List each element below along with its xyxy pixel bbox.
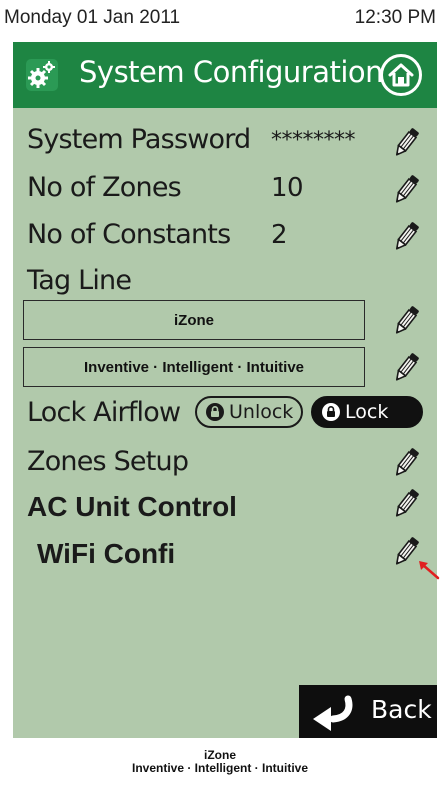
unlock-label: Unlock	[229, 401, 294, 423]
tag-line-label: Tag Line	[27, 265, 132, 296]
page-title: System Configuration	[79, 55, 384, 89]
tag-line-2-field[interactable]: Inventive · Intelligent · Intuitive	[23, 347, 365, 387]
system-configuration-screen: System Configuration System Password ***…	[13, 42, 437, 738]
system-password-value: ********	[271, 128, 356, 153]
ac-unit-control-label[interactable]: AC Unit Control	[27, 491, 237, 523]
no-of-zones-value: 10	[271, 173, 304, 203]
footer-line-2: Inventive · Intelligent · Intuitive	[131, 761, 308, 775]
red-annotation-arrow-icon	[419, 561, 440, 580]
settings-gear-icon	[26, 59, 58, 91]
no-of-constants-label: No of Constants	[27, 219, 231, 250]
edit-zones-setup-pencil-icon[interactable]	[393, 446, 419, 480]
system-password-label: System Password	[27, 124, 251, 155]
home-button[interactable]	[379, 53, 423, 97]
unlock-airflow-button[interactable]: Unlock	[195, 396, 303, 428]
status-bar: Monday 01 Jan 2011 12:30 PM	[0, 0, 440, 40]
unlock-icon	[206, 403, 224, 421]
lock-icon	[322, 403, 340, 421]
lock-label: Lock	[345, 401, 389, 423]
edit-no-of-zones-pencil-icon[interactable]	[393, 173, 419, 207]
edit-system-password-pencil-icon[interactable]	[393, 126, 419, 160]
edit-tag-line-2-pencil-icon[interactable]	[393, 351, 419, 385]
zones-setup-label[interactable]: Zones Setup	[27, 446, 189, 477]
footer-tagline: iZone Inventive · Intelligent · Intuitiv…	[0, 749, 440, 775]
edit-no-of-constants-pencil-icon[interactable]	[393, 220, 419, 254]
edit-ac-unit-control-pencil-icon[interactable]	[393, 487, 419, 521]
no-of-constants-value: 2	[271, 220, 288, 250]
back-label: Back	[371, 695, 432, 724]
edit-tag-line-1-pencil-icon[interactable]	[393, 304, 419, 338]
wifi-config-label[interactable]: WiFi Confi	[37, 538, 175, 570]
back-arrow-icon	[313, 695, 353, 731]
lock-airflow-button[interactable]: Lock	[311, 396, 423, 428]
tag-line-1-field[interactable]: iZone	[23, 300, 365, 340]
title-bar: System Configuration	[13, 42, 437, 108]
back-button[interactable]: Back	[299, 685, 437, 738]
lock-airflow-label: Lock Airflow	[27, 397, 181, 428]
no-of-zones-label: No of Zones	[27, 172, 182, 203]
status-time: 12:30 PM	[354, 7, 436, 28]
status-date: Monday 01 Jan 2011	[4, 7, 181, 28]
